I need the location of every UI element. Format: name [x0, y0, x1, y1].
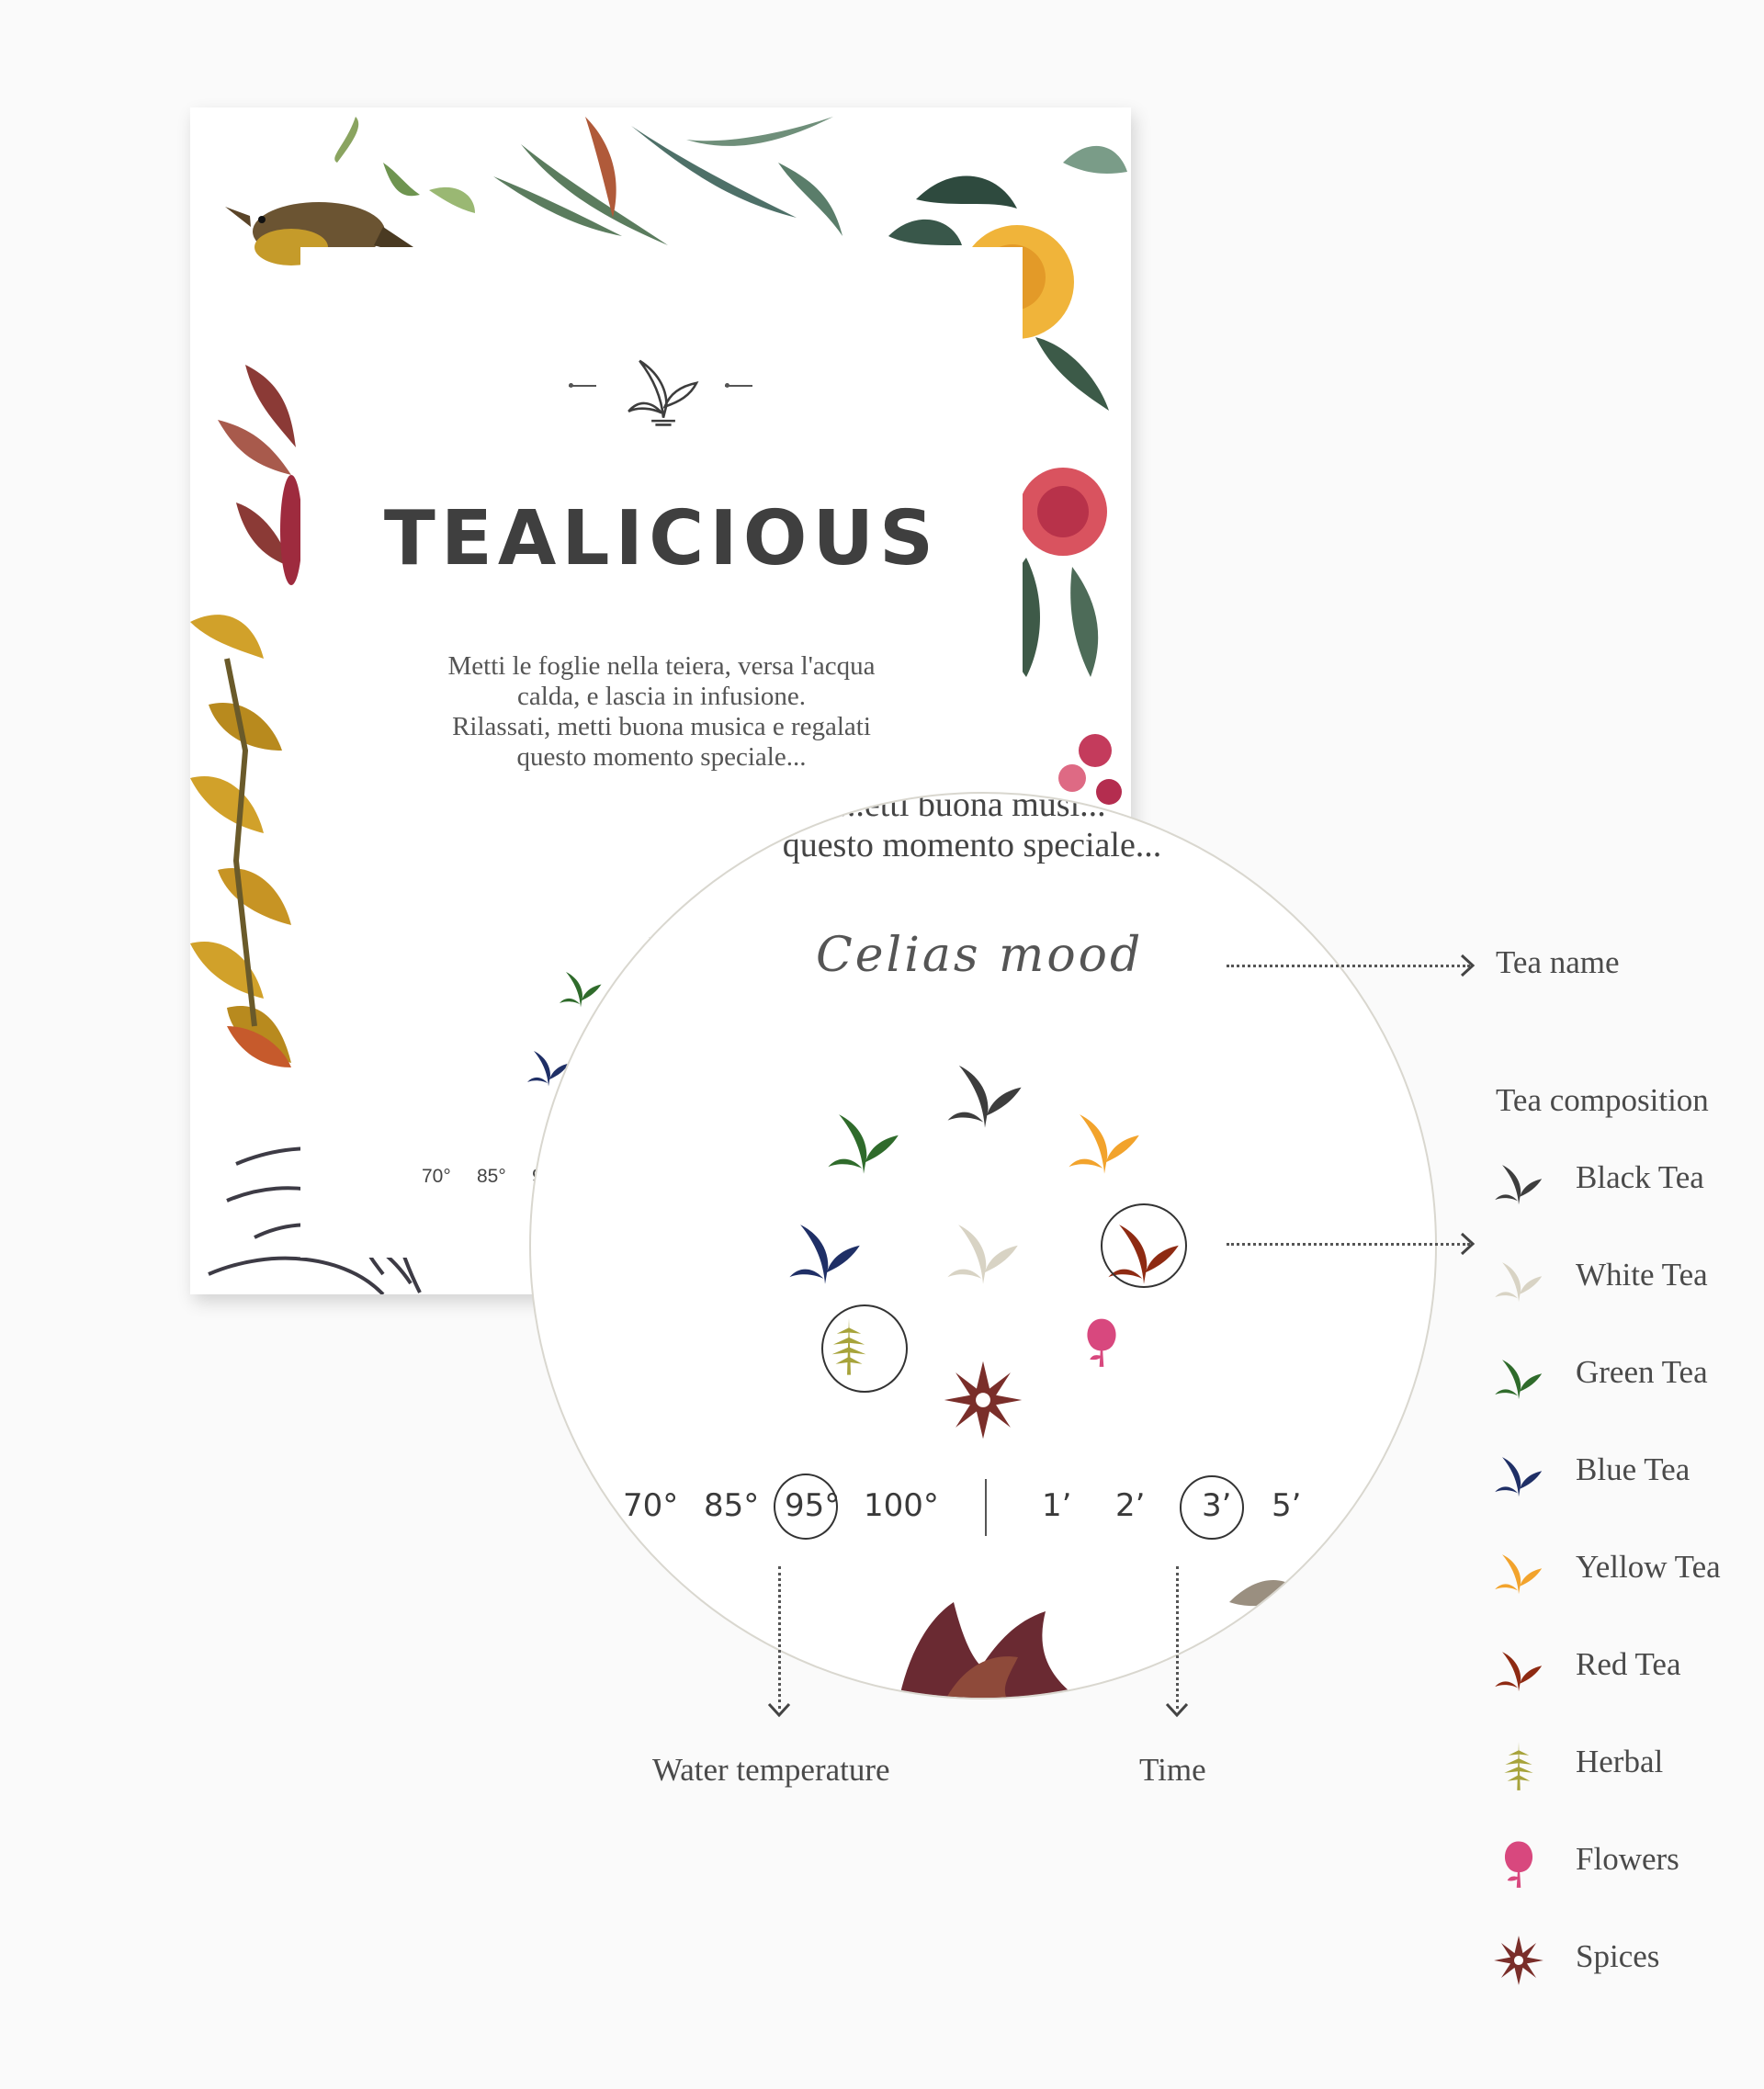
card-temp-70: 70° [422, 1166, 451, 1187]
herb-legend-icon [1493, 1740, 1544, 1791]
legend-spices: Spices [1493, 1933, 1750, 1988]
flower-legend-icon [1493, 1837, 1544, 1889]
tea-name-label: Tea name [1496, 944, 1620, 980]
fern-illustration [493, 117, 842, 245]
legend-green-tea: Green Tea [1493, 1349, 1750, 1404]
chevron-right-icon [1460, 954, 1476, 977]
yellow-tea-legend-icon [1493, 1545, 1544, 1597]
brand-title: TEALICIOUS [383, 495, 940, 582]
temperature-pointer-line [778, 1566, 781, 1709]
brand-leaf-logo-icon [628, 359, 699, 426]
red-leaves-illustration [218, 365, 302, 585]
chevron-right-icon [1460, 1232, 1476, 1256]
legend-white-tea: White Tea [1493, 1251, 1750, 1306]
magnifier-lens: ...etti buona musi... questo momento spe… [529, 792, 1437, 1699]
camellia-illustration [1005, 468, 1122, 805]
white-tea-legend-icon [1493, 1253, 1544, 1304]
time-pointer-line [1176, 1566, 1179, 1709]
logo-rule-right [725, 383, 752, 388]
black-tea-legend-icon [1493, 1156, 1544, 1207]
legend-red-tea: Red Tea [1493, 1641, 1750, 1696]
blue-tea-legend-icon [1493, 1448, 1544, 1499]
tea-name-pointer-line [1227, 965, 1470, 967]
yellow-broom-illustration [190, 615, 291, 1067]
green-tea-legend-icon [1493, 1350, 1544, 1402]
chevron-down-icon [767, 1702, 791, 1718]
bird-illustration [225, 117, 475, 265]
lens-bottom-illustration [899, 1580, 1312, 1698]
star-anise-legend-icon [1493, 1935, 1544, 1986]
composition-pointer-line [1227, 1243, 1470, 1246]
legend-flowers: Flowers [1493, 1835, 1750, 1891]
card-temp-85: 85° [477, 1166, 506, 1187]
water-temperature-label: Water temperature [652, 1752, 890, 1788]
tea-composition-heading: Tea composition [1496, 1082, 1709, 1118]
legend-black-tea: Black Tea [1493, 1154, 1750, 1209]
time-label: Time [1139, 1752, 1206, 1788]
legend-yellow-tea: Yellow Tea [1493, 1543, 1750, 1598]
logo-rule-left [569, 383, 596, 388]
legend-blue-tea: Blue Tea [1493, 1446, 1750, 1501]
chevron-down-icon [1165, 1702, 1189, 1718]
card-intro-text: Metti le foglie nella teiera, versa l'ac… [447, 651, 876, 772]
red-tea-legend-icon [1493, 1643, 1544, 1694]
legend-herbal: Herbal [1493, 1738, 1750, 1793]
